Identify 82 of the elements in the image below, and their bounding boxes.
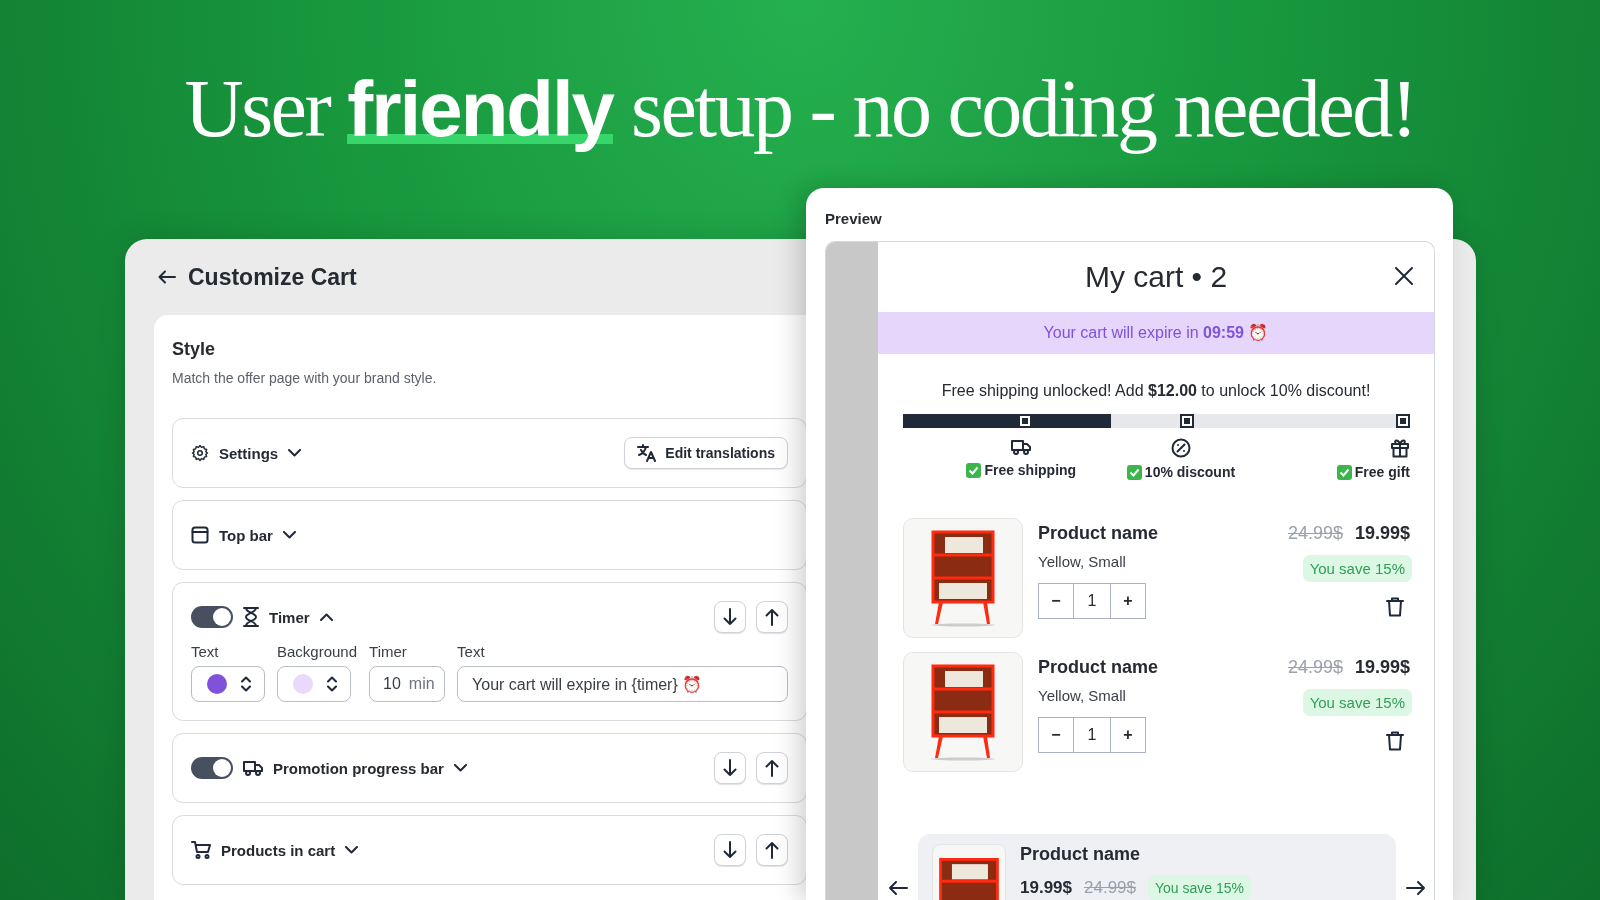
window-icon (191, 526, 209, 544)
field-label: Text (191, 643, 220, 660)
up-down-chevron-icon (241, 676, 251, 692)
toggle-switch[interactable] (191, 606, 233, 628)
color-picker[interactable] (277, 666, 351, 702)
trash-icon[interactable] (1386, 597, 1404, 617)
hourglass-icon (243, 607, 259, 627)
milestone-marker (1179, 414, 1194, 428)
back-arrow-icon[interactable] (158, 270, 176, 284)
old-price: 24.99$ (1287, 523, 1343, 544)
arrow-up-icon (765, 759, 779, 777)
product-variant: Yellow, Small (1038, 687, 1127, 704)
translate-icon (637, 444, 658, 462)
truck-icon (243, 759, 263, 777)
move-down-button[interactable] (714, 752, 746, 784)
cart-icon (191, 841, 211, 859)
section-description: Match the offer page with your brand style. (172, 370, 438, 386)
preview-title: Preview (825, 210, 883, 227)
settings-icon (191, 444, 209, 462)
up-down-chevron-icon (327, 676, 337, 692)
trash-icon[interactable] (1386, 731, 1404, 751)
product-variant: Yellow, Small (1038, 553, 1127, 570)
quantity-field[interactable]: 1 (1073, 583, 1111, 619)
section-label: Products in cart (221, 841, 336, 859)
color-picker[interactable] (191, 666, 265, 702)
section-label: Settings (219, 444, 279, 462)
old-price: 24.99$ (1287, 657, 1343, 678)
truck-icon (1011, 438, 1032, 456)
milestone-marker (1396, 414, 1410, 428)
progress-message: Free shipping unlocked! Add $12.00 to unlock 10% discount! (940, 382, 1372, 400)
arrow-up-icon (765, 608, 779, 626)
section-label: Top bar (219, 526, 273, 544)
price: 19.99$ (1020, 878, 1072, 898)
decrease-button[interactable]: − (1038, 717, 1074, 753)
edit-translations-button[interactable]: Edit translations (624, 437, 788, 469)
old-price: 24.99$ (1084, 878, 1136, 898)
field-label: Timer (369, 643, 408, 660)
increase-button[interactable]: + (1110, 583, 1146, 619)
arrow-up-icon (765, 841, 779, 859)
section-title: Style (172, 339, 217, 360)
milestone-label: Free gift (1354, 464, 1410, 480)
toggle-switch[interactable] (191, 757, 233, 779)
savings-badge: You save 15% (1302, 555, 1412, 582)
move-up-button[interactable] (756, 834, 788, 866)
next-arrow-icon[interactable] (1406, 880, 1426, 896)
text-input-field[interactable]: Your cart will expire in {timer} ⏰ (457, 666, 788, 702)
decrease-button[interactable]: − (1038, 583, 1074, 619)
section-label: Promotion progress bar (273, 759, 444, 777)
increase-button[interactable]: + (1110, 717, 1146, 753)
chevron-down-icon[interactable] (345, 846, 359, 854)
price: 19.99$ (1354, 657, 1410, 678)
arrow-down-icon (723, 841, 737, 859)
section-label: Timer (269, 608, 310, 626)
cart-title: My cart • 2 (1084, 260, 1228, 294)
percent-icon (1171, 438, 1191, 458)
savings-badge: You save 15% (1148, 875, 1251, 900)
timer-banner: Your cart will expire in 09:59 ⏰ (878, 312, 1434, 354)
field-label: Text (457, 643, 486, 660)
price: 19.99$ (1354, 523, 1410, 544)
close-icon[interactable] (1394, 266, 1414, 286)
chevron-down-icon[interactable] (282, 531, 296, 539)
product-name: Product name (1038, 523, 1160, 544)
move-down-button[interactable] (714, 834, 746, 866)
quantity-field[interactable]: 1 (1073, 717, 1111, 753)
move-down-button[interactable] (714, 601, 746, 633)
chevron-down-icon[interactable] (453, 764, 467, 772)
product-name: Product name (1038, 657, 1160, 678)
arrow-down-icon (723, 759, 737, 777)
product-name: Product name (1020, 844, 1142, 865)
move-up-button[interactable] (756, 752, 788, 784)
chevron-down-icon[interactable] (288, 449, 302, 457)
chevron-up-icon[interactable] (319, 613, 333, 621)
gift-icon (1390, 438, 1410, 458)
move-up-button[interactable] (756, 601, 788, 633)
timer-input-field[interactable]: 10 min (369, 666, 446, 702)
milestone-label: Free shipping (984, 462, 1077, 478)
milestone-label: 10% discount (1144, 464, 1236, 480)
previous-arrow-icon[interactable] (888, 880, 908, 896)
savings-badge: You save 15% (1302, 689, 1412, 716)
arrow-down-icon (723, 608, 737, 626)
page-title: Customize Cart (188, 263, 357, 291)
field-label: Background (277, 643, 358, 660)
